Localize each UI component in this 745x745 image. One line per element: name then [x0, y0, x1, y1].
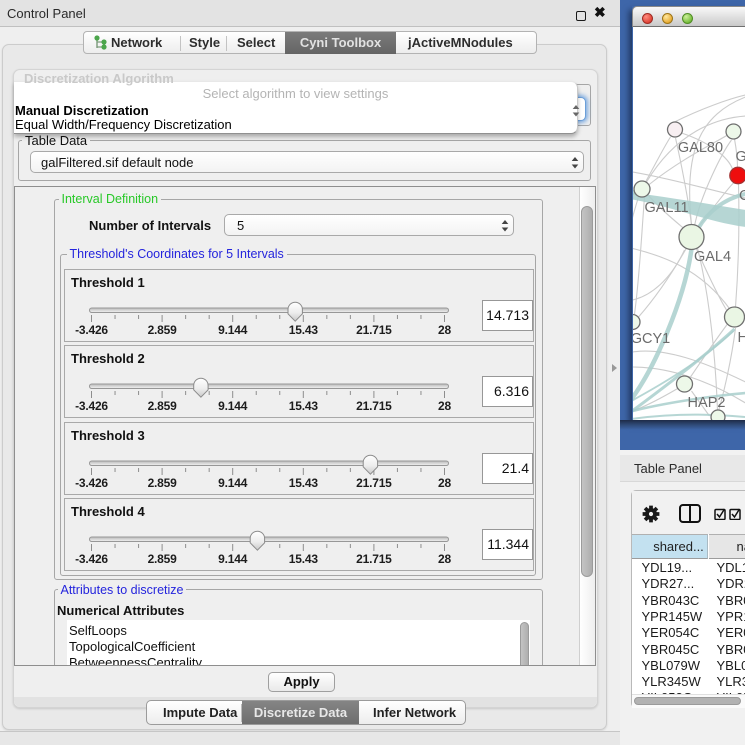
- svg-text:CYC1: CYC1: [739, 188, 745, 204]
- svg-text:21.715: 21.715: [356, 476, 392, 490]
- svg-text:15.43: 15.43: [289, 323, 319, 337]
- svg-text:21.715: 21.715: [356, 552, 392, 566]
- svg-text:15.43: 15.43: [289, 476, 319, 490]
- svg-text:HIS4: HIS4: [737, 330, 745, 346]
- svg-text:15.43: 15.43: [289, 552, 319, 566]
- svg-text:-3.426: -3.426: [75, 323, 108, 337]
- svg-text:28: 28: [438, 552, 451, 566]
- svg-text:9.144: 9.144: [218, 476, 248, 490]
- svg-text:21.715: 21.715: [356, 399, 392, 413]
- svg-text:9.144: 9.144: [218, 323, 248, 337]
- svg-text:9.144: 9.144: [218, 552, 248, 566]
- svg-text:2.859: 2.859: [148, 399, 178, 413]
- svg-text:-3.426: -3.426: [75, 552, 108, 566]
- svg-text:HAP2: HAP2: [687, 395, 725, 411]
- svg-text:21.715: 21.715: [356, 323, 392, 337]
- svg-text:9.144: 9.144: [218, 399, 248, 413]
- svg-text:28: 28: [438, 399, 451, 413]
- svg-text:28: 28: [438, 476, 451, 490]
- svg-text:28: 28: [438, 323, 451, 337]
- svg-text:GAL80: GAL80: [677, 140, 722, 156]
- svg-text:-3.426: -3.426: [75, 399, 108, 413]
- svg-text:GAL7: GAL7: [735, 149, 745, 165]
- svg-text:15.43: 15.43: [289, 399, 319, 413]
- svg-text:GAL4: GAL4: [693, 249, 730, 265]
- svg-text:2.859: 2.859: [148, 476, 178, 490]
- svg-text:-3.426: -3.426: [75, 476, 108, 490]
- svg-text:GCY1: GCY1: [633, 331, 670, 347]
- svg-text:2.859: 2.859: [148, 552, 178, 566]
- svg-text:2.859: 2.859: [148, 323, 178, 337]
- svg-text:GAL11: GAL11: [644, 200, 688, 216]
